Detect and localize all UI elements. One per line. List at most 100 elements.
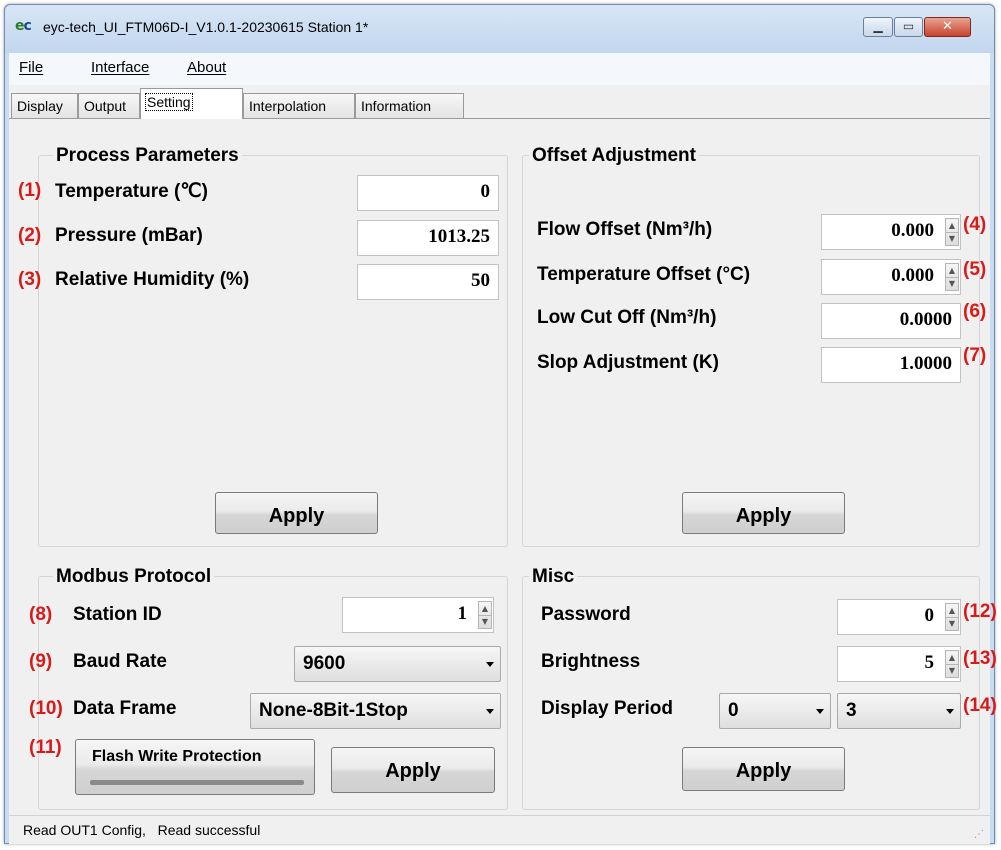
process-apply-button[interactable]: Apply [215, 492, 378, 534]
data-frame-select[interactable]: None-8Bit-1Stop [250, 693, 501, 729]
maximize-icon: ▭ [902, 19, 915, 33]
temperature-label: Temperature (℃) [55, 181, 208, 202]
marker-6: (6) [963, 301, 987, 322]
menu-about[interactable]: About [187, 59, 226, 76]
tab-information-label: Information [361, 98, 432, 114]
tab-setting[interactable]: Setting [140, 88, 243, 119]
password-spinner[interactable]: ▲ ▼ [945, 603, 959, 631]
pressure-field[interactable]: 1013.25 [357, 220, 499, 256]
tab-display[interactable]: Display [11, 93, 78, 118]
modbus-protocol-title: Modbus Protocol [53, 566, 215, 588]
tab-interpolation-label: Interpolation [249, 98, 327, 114]
spin-down-icon[interactable]: ▼ [946, 232, 958, 245]
misc-apply-label: Apply [735, 760, 792, 782]
display-period-select-1[interactable]: 0 [719, 693, 831, 729]
offset-apply-label: Apply [735, 505, 792, 527]
spin-down-icon[interactable]: ▼ [946, 617, 958, 630]
spin-up-icon[interactable]: ▲ [946, 219, 958, 233]
chevron-down-icon [816, 709, 824, 714]
marker-10: (10) [29, 698, 63, 719]
offset-apply-button[interactable]: Apply [682, 492, 845, 534]
flash-write-protection-button[interactable]: Flash Write Protection [75, 739, 315, 795]
brightness-spinner[interactable]: ▲ ▼ [945, 650, 959, 678]
marker-3: (3) [18, 269, 42, 290]
spin-down-icon[interactable]: ▼ [479, 615, 491, 628]
temperature-field[interactable]: 0 [357, 175, 499, 211]
password-field[interactable]: 0 ▲ ▼ [837, 599, 961, 635]
chevron-down-icon [486, 662, 494, 667]
tab-interpolation[interactable]: Interpolation [243, 93, 355, 118]
process-parameters-group: Process Parameters (1) Temperature (℃) 0… [18, 145, 508, 547]
spin-up-icon[interactable]: ▲ [479, 602, 491, 616]
temperature-offset-field[interactable]: 0.000 ▲ ▼ [821, 259, 961, 295]
brightness-label: Brightness [541, 651, 641, 672]
baud-rate-value: 9600 [303, 653, 346, 674]
station-id-field[interactable]: 1 ▲ ▼ [342, 597, 494, 633]
process-parameters-title: Process Parameters [53, 145, 242, 167]
pressure-label: Pressure (mBar) [55, 225, 203, 246]
misc-apply-button[interactable]: Apply [682, 747, 845, 791]
temperature-offset-label: Temperature Offset (°C) [537, 264, 751, 285]
slop-adjustment-field[interactable]: 1.0000 [821, 347, 961, 383]
chevron-down-icon [946, 709, 954, 714]
marker-12: (12) [963, 601, 997, 622]
marker-8: (8) [29, 604, 53, 625]
title-bar[interactable]: ec eyc-tech_UI_FTM06D-I_V1.0.1-20230615 … [5, 5, 994, 53]
flow-offset-spinner[interactable]: ▲ ▼ [945, 218, 959, 246]
app-window: ec eyc-tech_UI_FTM06D-I_V1.0.1-20230615 … [4, 4, 997, 844]
low-cut-off-field[interactable]: 0.0000 [821, 303, 961, 339]
tab-information[interactable]: Information [355, 93, 464, 118]
setting-panel: Process Parameters (1) Temperature (℃) 0… [9, 118, 997, 816]
marker-9: (9) [29, 651, 53, 672]
brightness-field[interactable]: 5 ▲ ▼ [837, 646, 961, 682]
temperature-offset-spinner[interactable]: ▲ ▼ [945, 263, 959, 291]
menu-file[interactable]: File [19, 59, 43, 76]
flow-offset-field[interactable]: 0.000 ▲ ▼ [821, 214, 961, 250]
menu-interface[interactable]: Interface [91, 59, 149, 76]
display-period-value-2: 3 [846, 700, 857, 721]
minimize-icon: ▁ [873, 19, 883, 33]
baud-rate-label: Baud Rate [73, 651, 167, 672]
marker-7: (7) [963, 345, 987, 366]
spin-up-icon[interactable]: ▲ [946, 651, 958, 665]
station-id-label: Station ID [73, 604, 162, 625]
maximize-button[interactable]: ▭ [894, 17, 923, 37]
data-frame-value: None-8Bit-1Stop [259, 700, 408, 721]
chevron-down-icon [486, 709, 494, 714]
status-text: Read OUT1 Config, Read successful [23, 822, 261, 838]
low-cut-off-label: Low Cut Off (Nm³/h) [537, 307, 717, 328]
spin-up-icon[interactable]: ▲ [946, 264, 958, 278]
spin-down-icon[interactable]: ▼ [946, 277, 958, 290]
display-period-select-2[interactable]: 3 [837, 693, 961, 729]
flash-protection-indicator [90, 780, 304, 785]
station-id-spinner[interactable]: ▲ ▼ [478, 601, 492, 629]
brightness-value: 5 [924, 652, 935, 673]
slop-adjustment-label: Slop Adjustment (K) [537, 352, 719, 373]
temperature-offset-value: 0.000 [891, 265, 934, 286]
marker-11: (11) [29, 737, 62, 758]
menu-bar: File Interface About [9, 53, 990, 85]
resize-grip-icon[interactable]: ⋰ [974, 829, 984, 840]
display-period-label: Display Period [541, 698, 673, 719]
spin-down-icon[interactable]: ▼ [946, 664, 958, 677]
tab-bar: Display Output Setting Interpolation Inf… [9, 85, 990, 119]
password-value: 0 [924, 605, 935, 626]
modbus-protocol-group: Modbus Protocol (8) Station ID 1 ▲ ▼ (9) B… [29, 566, 508, 810]
process-apply-label: Apply [268, 505, 325, 527]
close-button[interactable]: ✕ [924, 17, 971, 37]
offset-adjustment-title: Offset Adjustment [529, 145, 699, 167]
baud-rate-select[interactable]: 9600 [294, 646, 501, 682]
status-bar: Read OUT1 Config, Read successful ⋰ [9, 815, 990, 844]
minimize-button[interactable]: ▁ [863, 17, 893, 37]
humidity-field[interactable]: 50 [357, 264, 499, 300]
marker-14: (14) [963, 695, 997, 716]
display-period-value-1: 0 [728, 700, 739, 721]
misc-group: Misc Password 0 ▲ ▼ (12) Brightness 5 ▲ ▼ (1… [522, 566, 997, 810]
spin-up-icon[interactable]: ▲ [946, 604, 958, 618]
modbus-apply-label: Apply [385, 760, 441, 782]
humidity-label: Relative Humidity (%) [55, 269, 250, 290]
tab-output[interactable]: Output [78, 93, 140, 118]
password-label: Password [541, 604, 631, 625]
tab-setting-label: Setting [145, 93, 193, 111]
modbus-apply-button[interactable]: Apply [331, 747, 495, 793]
